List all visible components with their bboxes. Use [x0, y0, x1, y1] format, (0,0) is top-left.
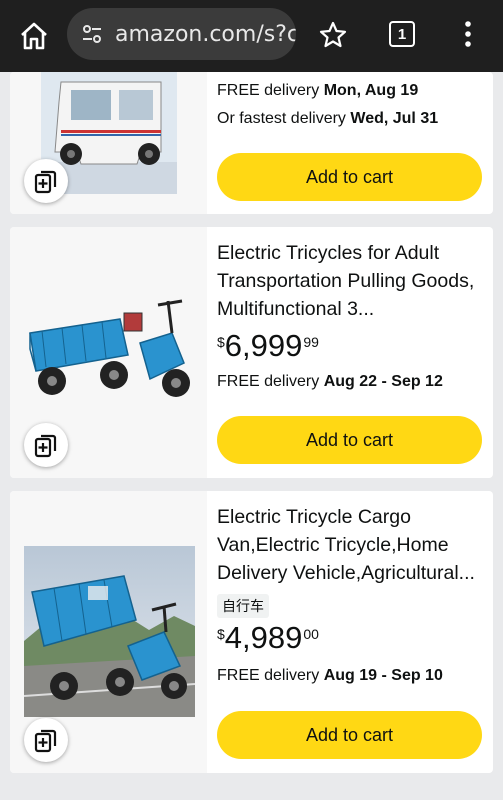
site-settings-icon[interactable]	[81, 23, 103, 45]
price-fraction: 99	[303, 334, 319, 350]
browser-toolbar: amazon.com/s?cr 1	[0, 0, 503, 72]
add-to-cart-button[interactable]: Add to cart	[217, 153, 482, 201]
product-image[interactable]	[22, 293, 194, 411]
product-image-area[interactable]	[10, 72, 207, 214]
delivery-info: FREE delivery Aug 22 - Sep 12	[217, 373, 443, 390]
add-to-cart-button[interactable]: Add to cart	[217, 711, 482, 759]
copy-add-icon	[34, 729, 57, 753]
product-image-area[interactable]	[10, 227, 207, 478]
product-price: $ 4,989 00	[217, 622, 319, 654]
price-whole: 4,989	[224, 620, 303, 655]
product-title[interactable]: Electric Tricycle Cargo Van,Electric Tri…	[217, 503, 483, 587]
copy-add-icon	[34, 170, 57, 194]
result-card[interactable]: FREE delivery Mon, Aug 19 Or fastest del…	[10, 72, 493, 214]
tabs-icon[interactable]: 1	[389, 21, 415, 47]
more-vert-icon[interactable]	[462, 19, 474, 49]
compare-button[interactable]	[24, 718, 68, 762]
product-tag-badge: 自行车	[217, 594, 269, 618]
copy-add-icon	[34, 434, 57, 458]
fastest-delivery-info: Or fastest delivery Wed, Jul 31	[217, 110, 439, 127]
product-image-area[interactable]	[10, 491, 207, 773]
price-symbol: $	[217, 626, 225, 642]
add-to-cart-button[interactable]: Add to cart	[217, 416, 482, 464]
star-icon[interactable]	[318, 20, 348, 50]
url-text: amazon.com/s?cr	[115, 21, 296, 47]
price-symbol: $	[217, 334, 225, 350]
address-bar[interactable]: amazon.com/s?cr	[67, 8, 296, 60]
compare-button[interactable]	[24, 159, 68, 203]
delivery-info: FREE delivery Aug 19 - Sep 10	[217, 667, 443, 684]
price-whole: 6,999	[224, 328, 303, 363]
compare-button[interactable]	[24, 423, 68, 467]
product-details: Electric Tricycles for Adult Transportat…	[217, 227, 483, 478]
result-card[interactable]: Electric Tricycle Cargo Van,Electric Tri…	[10, 491, 493, 773]
product-title[interactable]: Electric Tricycles for Adult Transportat…	[217, 239, 483, 323]
tab-count: 1	[397, 25, 407, 43]
product-image[interactable]	[24, 546, 195, 717]
result-card[interactable]: Electric Tricycles for Adult Transportat…	[10, 227, 493, 478]
product-details: FREE delivery Mon, Aug 19 Or fastest del…	[217, 72, 483, 214]
price-fraction: 00	[303, 626, 319, 642]
product-price: $ 6,999 99	[217, 330, 319, 362]
product-details: Electric Tricycle Cargo Van,Electric Tri…	[217, 491, 483, 773]
home-icon[interactable]	[18, 20, 50, 52]
delivery-info: FREE delivery Mon, Aug 19	[217, 82, 419, 99]
